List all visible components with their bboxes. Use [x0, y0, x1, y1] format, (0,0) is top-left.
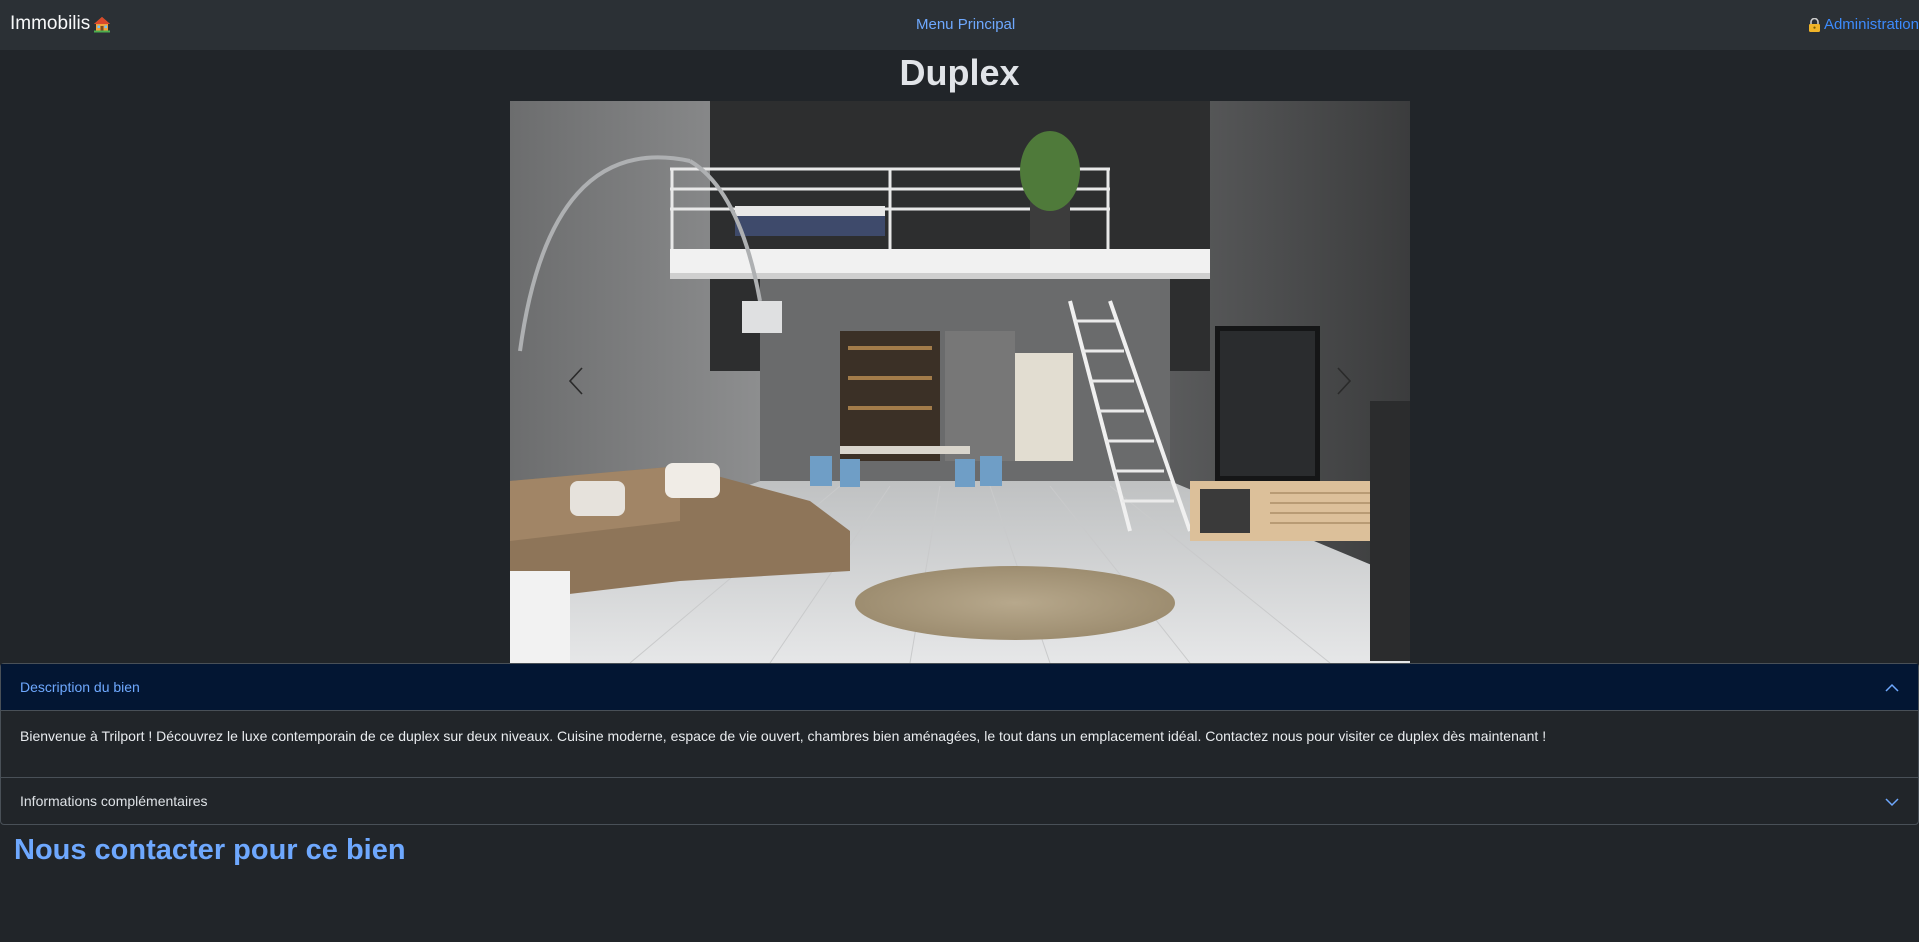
chevron-left-icon [568, 367, 583, 395]
brand-link[interactable]: Immobilis [10, 13, 111, 35]
chevron-down-icon [1885, 798, 1899, 807]
chevron-right-icon [1337, 367, 1352, 395]
carousel-prev-button[interactable] [546, 341, 606, 421]
administration-link[interactable]: Administration [1808, 16, 1919, 33]
property-photo [510, 101, 1410, 663]
page-title: Duplex [899, 52, 1020, 93]
info-header-label: Informations complémentaires [20, 793, 208, 809]
info-accordion-header[interactable]: Informations complémentaires [1, 777, 1918, 824]
lock-icon [1808, 17, 1820, 32]
chevron-up-icon [1885, 683, 1899, 692]
property-accordion: Description du bien Bienvenue à Trilport… [0, 663, 1919, 825]
description-body: Bienvenue à Trilport ! Découvrez le luxe… [20, 728, 1547, 744]
description-accordion-header[interactable]: Description du bien [1, 664, 1918, 711]
contact-title: Nous contacter pour ce bien [14, 834, 406, 866]
menu-principal-link[interactable]: Menu Principal [916, 16, 1015, 33]
description-header-label: Description du bien [20, 679, 140, 695]
photo-carousel[interactable] [510, 101, 1410, 663]
brand-name: Immobilis [10, 13, 91, 34]
carousel-next-button[interactable] [1314, 341, 1374, 421]
house-icon [94, 17, 111, 33]
navbar: Immobilis Menu Principal Administration [0, 0, 1919, 50]
administration-label: Administration [1823, 16, 1919, 33]
